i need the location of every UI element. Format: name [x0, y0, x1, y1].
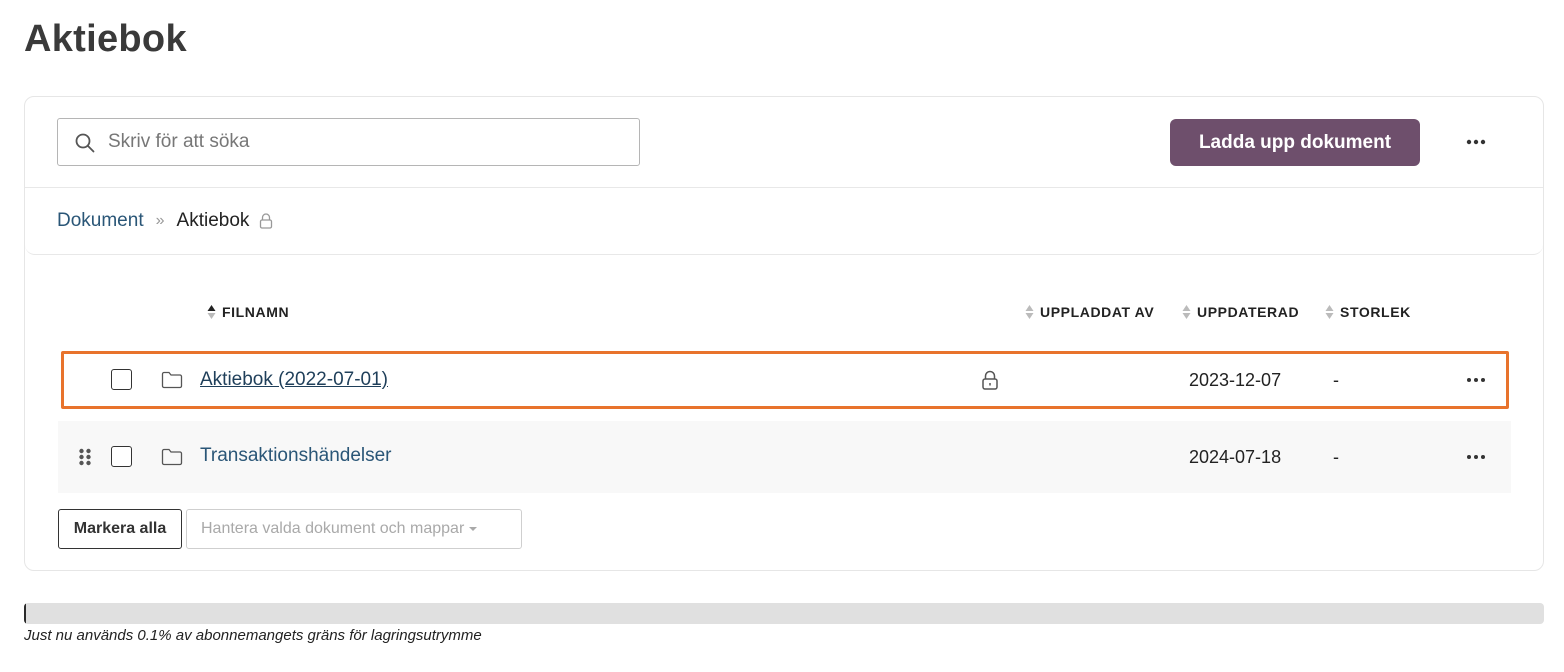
search-box[interactable]	[57, 118, 640, 166]
manage-selected-dropdown[interactable]: Hantera valda dokument och mappar	[186, 509, 522, 549]
breadcrumb-current: Aktiebok	[176, 210, 250, 231]
folder-icon	[161, 448, 183, 466]
select-all-button[interactable]: Markera alla	[58, 509, 182, 549]
column-header-uploaded-by[interactable]: UPPLADDAT AV	[1025, 302, 1154, 322]
breadcrumb-bar: Dokument » Aktiebok	[25, 188, 1543, 255]
row-updated: 2024-07-18	[1189, 447, 1282, 467]
toolbar: Ladda upp dokument	[25, 97, 1543, 188]
toolbar-more-button[interactable]	[1457, 127, 1495, 157]
caret-down-icon	[469, 527, 478, 531]
breadcrumb-separator: »	[155, 212, 165, 229]
column-header-size[interactable]: STORLEK	[1325, 302, 1411, 322]
table-row[interactable]: Transaktionshändelser 2024-07-18 -	[58, 421, 1511, 493]
row-checkbox[interactable]	[111, 369, 132, 390]
sort-icon	[1025, 305, 1034, 319]
row-name-link[interactable]: Transaktionshändelser	[200, 445, 392, 467]
row-name-link[interactable]: Aktiebok (2022-07-01)	[200, 369, 388, 391]
drag-handle-icon[interactable]	[78, 448, 92, 466]
storage-usage-bar	[24, 603, 1544, 624]
column-header-filename[interactable]: FILNAMN	[207, 302, 289, 322]
row-updated: 2023-12-07	[1189, 370, 1282, 390]
lock-icon	[260, 213, 273, 229]
table-row[interactable]: Aktiebok (2022-07-01) 2023-12-07 -	[61, 351, 1509, 409]
column-header-updated[interactable]: UPPDATERAD	[1182, 302, 1299, 322]
breadcrumb-root-link[interactable]: Dokument	[57, 210, 144, 232]
storage-usage-text: Just nu används 0.1% av abonnemangets gr…	[24, 627, 482, 644]
search-icon	[75, 133, 95, 153]
column-label-uploaded-by: UPPLADDAT AV	[1040, 304, 1155, 320]
sort-asc-icon	[207, 305, 216, 319]
ellipsis-icon	[1466, 139, 1486, 145]
row-more-icon[interactable]	[1465, 452, 1487, 462]
manage-selected-label: Hantera valda dokument och mappar	[201, 520, 465, 537]
folder-icon	[161, 371, 183, 389]
column-label-size: STORLEK	[1340, 304, 1411, 320]
search-input[interactable]	[108, 119, 628, 165]
column-label-filename: FILNAMN	[222, 304, 290, 320]
row-size: -	[1333, 370, 1339, 390]
storage-usage-fill	[24, 603, 27, 624]
breadcrumb: Dokument » Aktiebok	[57, 210, 273, 232]
row-more-icon[interactable]	[1465, 375, 1487, 385]
upload-document-button[interactable]: Ladda upp dokument	[1170, 119, 1420, 166]
row-checkbox[interactable]	[111, 446, 132, 467]
documents-card: Ladda upp dokument Dokument » Aktiebok F…	[24, 96, 1544, 571]
column-label-updated: UPPDATERAD	[1197, 304, 1300, 320]
sort-icon	[1325, 305, 1334, 319]
sort-icon	[1182, 305, 1191, 319]
row-size: -	[1333, 447, 1339, 467]
page-title: Aktiebok	[24, 18, 187, 60]
lock-icon	[982, 370, 998, 390]
